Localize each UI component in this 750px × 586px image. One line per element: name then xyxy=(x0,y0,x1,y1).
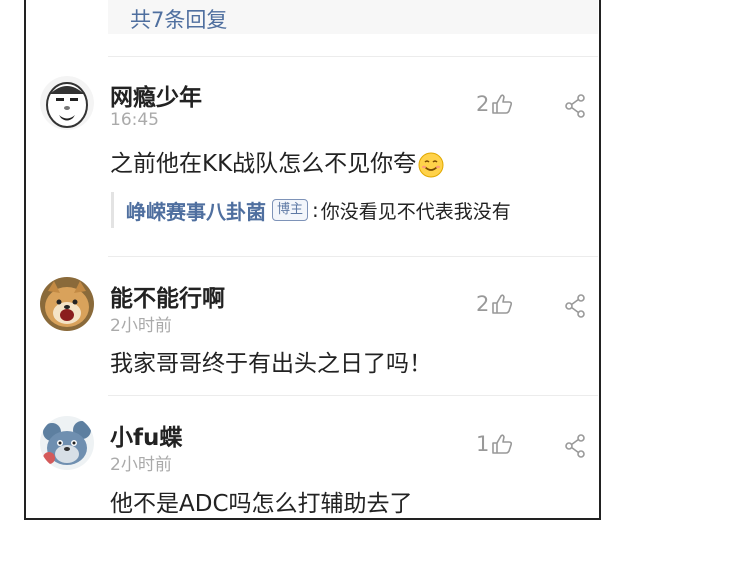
blogger-badge: 博主 xyxy=(272,199,309,221)
comment-time: 16:45 xyxy=(110,110,159,130)
like-button[interactable]: 2 xyxy=(476,90,513,118)
comment-thread-panel: 共7条回复 网瘾少年 16:45 2 之前他在KK战队怎么不见你夸 峥嵘赛事八卦… xyxy=(24,0,601,520)
comment-content: 我家哥哥终于有出头之日了吗！ xyxy=(110,351,432,377)
comment-time: 2小时前 xyxy=(110,316,172,336)
comment-text: 之前他在KK战队怎么不见你夸 xyxy=(110,151,417,177)
reply-author-link[interactable]: 峥嵘赛事八卦菌 xyxy=(126,196,266,225)
divider xyxy=(108,56,598,57)
thumbs-up-icon xyxy=(492,94,513,114)
shiba-dog-avatar[interactable] xyxy=(40,277,94,331)
divider xyxy=(108,256,598,257)
thumbs-up-icon xyxy=(492,294,513,314)
reply-text: 你没看见不代表我没有 xyxy=(320,200,511,223)
share-icon[interactable] xyxy=(564,94,586,118)
divider xyxy=(108,395,598,396)
share-icon[interactable] xyxy=(564,434,586,458)
replies-summary-box[interactable]: 共7条回复 xyxy=(108,0,598,34)
reply-count-link[interactable]: 共7条回复 xyxy=(130,4,227,34)
smile-emoji-icon xyxy=(418,152,444,177)
comment-content: 他不是ADC吗怎么打辅助去了 xyxy=(110,491,413,517)
cartoon-mouse-avatar[interactable] xyxy=(40,416,94,470)
comment-username[interactable]: 网瘾少年 xyxy=(110,78,202,112)
share-icon[interactable] xyxy=(564,294,586,318)
comment-time: 2小时前 xyxy=(110,455,172,475)
reply-colon: : xyxy=(312,198,319,222)
like-count: 1 xyxy=(476,432,490,456)
like-button[interactable]: 1 xyxy=(476,430,513,458)
like-count: 2 xyxy=(476,292,490,316)
thumbs-up-icon xyxy=(492,434,513,454)
comment-username[interactable]: 小fu蝶 xyxy=(110,418,182,452)
like-button[interactable]: 2 xyxy=(476,290,513,318)
like-count: 2 xyxy=(476,92,490,116)
comment-username[interactable]: 能不能行啊 xyxy=(110,279,225,313)
meme-face-avatar[interactable] xyxy=(40,76,94,130)
comment-content: 之前他在KK战队怎么不见你夸 xyxy=(110,144,444,178)
blogger-reply-quote[interactable]: 峥嵘赛事八卦菌 博主 : 你没看见不代表我没有 xyxy=(111,192,511,228)
